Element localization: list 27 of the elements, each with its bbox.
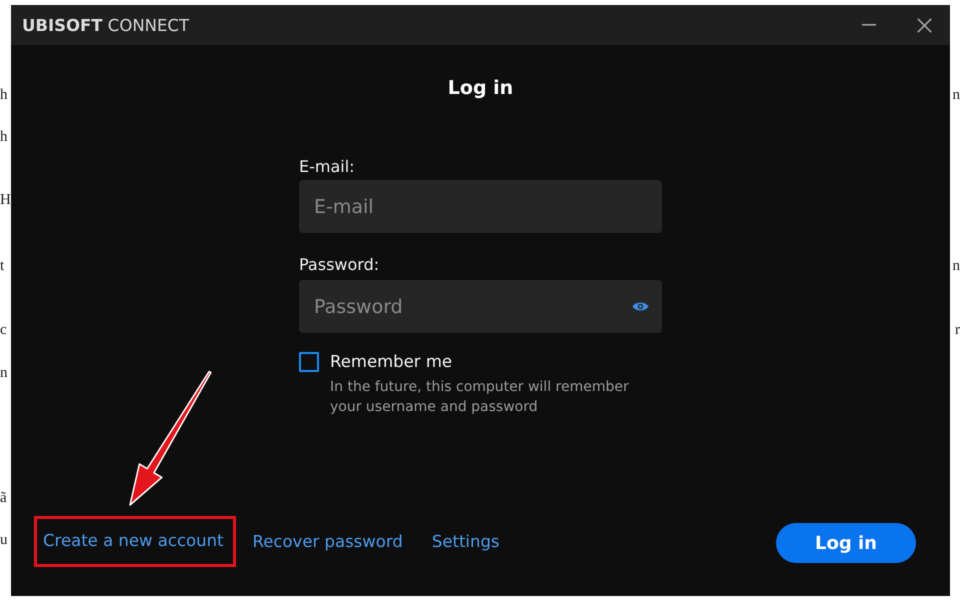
- text-fragment: n: [952, 257, 960, 276]
- text-fragment: r: [955, 321, 960, 340]
- login-button[interactable]: Log in: [776, 523, 916, 563]
- footer-link[interactable]: Recover password: [252, 530, 403, 552]
- hint-text: In the future, this computer will remember your username and password: [330, 378, 630, 417]
- checkbox-label[interactable]: Remember me: [330, 351, 452, 373]
- text-fragment: n: [0, 364, 8, 383]
- close-icon[interactable]: [917, 18, 932, 32]
- text-fragment: ã: [0, 489, 7, 508]
- text-fragment: u: [0, 531, 8, 550]
- text-fragment: t: [0, 257, 4, 276]
- email-field[interactable]: E-mail: [299, 180, 662, 233]
- minimize-icon[interactable]: [862, 24, 876, 26]
- text-fragment: h: [0, 86, 8, 105]
- field-label: Password:: [299, 255, 380, 275]
- footer-link[interactable]: Create a new account: [43, 530, 224, 552]
- footer-link[interactable]: Settings: [432, 530, 500, 552]
- field-label: E-mail:: [299, 157, 355, 177]
- text-fragment: H: [0, 191, 11, 210]
- remember-checkbox[interactable]: [299, 352, 319, 372]
- text-fragment: n: [952, 86, 960, 105]
- eye-icon[interactable]: [632, 301, 649, 312]
- dialog-heading: Log in: [448, 76, 514, 100]
- text-fragment: h: [0, 128, 8, 147]
- password-field[interactable]: Password: [299, 280, 662, 333]
- text-fragment: c: [0, 321, 7, 340]
- app-title: UBISOFT CONNECT: [22, 16, 190, 34]
